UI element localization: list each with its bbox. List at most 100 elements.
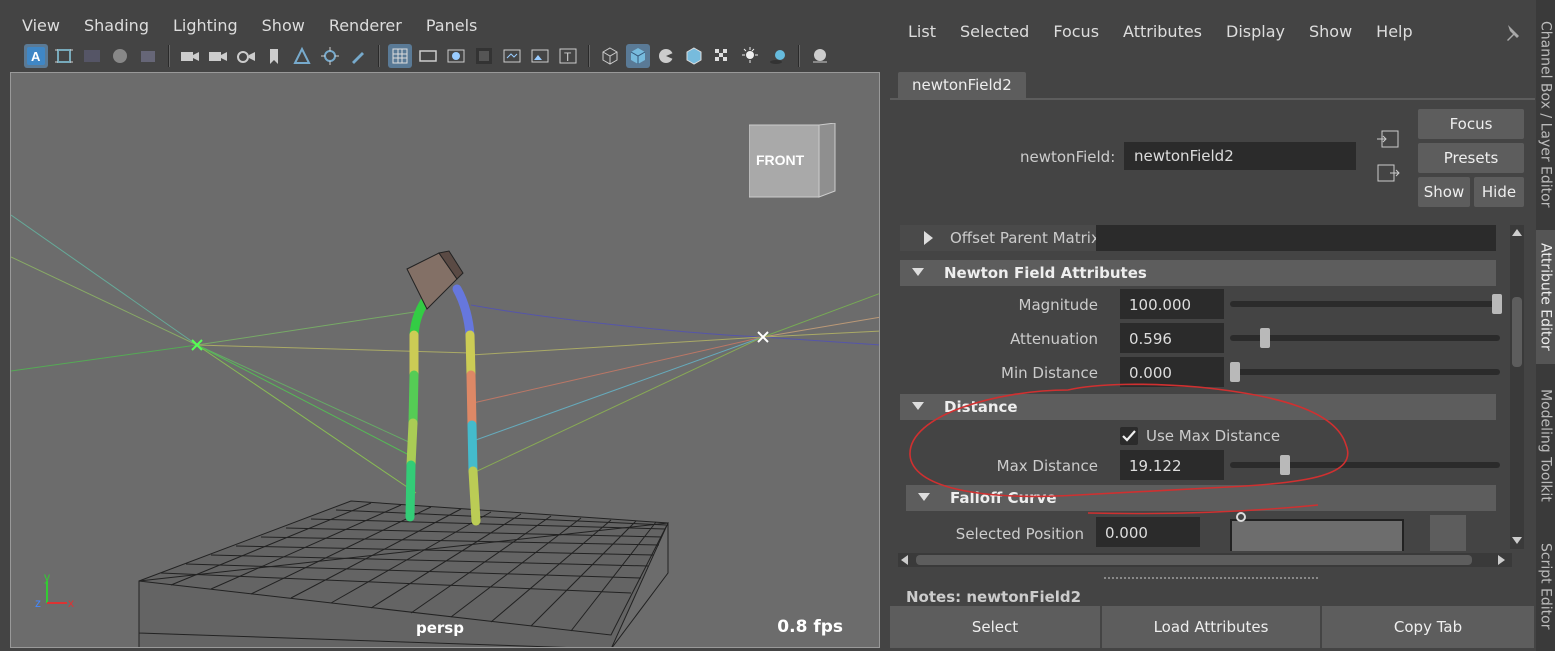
frame-icon[interactable] [52,44,76,68]
resolution-gate-icon[interactable] [444,44,468,68]
menu-renderer[interactable]: Renderer [317,12,414,40]
grease-pencil-icon[interactable] [346,44,370,68]
select-camera-icon[interactable]: A [24,44,48,68]
bookmark-icon[interactable] [262,44,286,68]
scroll-down-icon[interactable] [1512,537,1522,544]
grid-overlay-icon[interactable] [80,44,104,68]
offset-parent-matrix-row[interactable]: Offset Parent Matrix [900,225,1496,251]
load-attributes-button[interactable]: Load Attributes [1102,606,1320,648]
viewport-3d[interactable]: FRONT y z x persp 0.8 fps [10,72,880,648]
menu-show[interactable]: Show [250,12,317,40]
distance-section-header[interactable]: Distance [900,394,1496,420]
viewport-toolbar: A T [10,42,880,70]
presets-button[interactable]: Presets [1418,143,1524,173]
section-title: Newton Field Attributes [944,264,1147,282]
menu-shading[interactable]: Shading [72,12,161,40]
view-cube[interactable]: FRONT [748,122,837,199]
attenuation-slider[interactable] [1230,335,1500,341]
svg-text:T: T [564,50,572,64]
menu-lighting[interactable]: Lighting [161,12,250,40]
magnitude-field[interactable]: 100.000 [1120,289,1224,319]
texture-icon[interactable] [136,44,160,68]
tab-script-editor[interactable]: Script Editor [1536,524,1555,649]
film-gate-icon[interactable] [416,44,440,68]
scroll-up-icon[interactable] [1512,229,1522,236]
min-distance-field[interactable]: 0.000 [1120,357,1224,387]
selected-position-label: Selected Position [955,525,1084,543]
copy-tab-button[interactable]: Copy Tab [1322,606,1534,648]
attribute-scroll-area[interactable]: Offset Parent Matrix Newton Field Attrib… [898,225,1520,551]
scroll-left-icon[interactable] [901,555,908,565]
tab-newtonfield2[interactable]: newtonField2 [898,72,1026,98]
menu-view[interactable]: View [10,12,72,40]
selected-position-field[interactable]: 0.000 [1096,517,1200,547]
attenuation-slider-handle[interactable] [1260,328,1270,348]
tab-modeling-toolkit[interactable]: Modeling Toolkit [1536,370,1555,520]
safe-title-icon[interactable]: T [556,44,580,68]
node-name-field[interactable]: newtonField2 [1124,142,1356,170]
ambient-occlusion-icon[interactable] [808,44,832,68]
toolbar-separator [798,45,800,67]
smooth-shade-icon[interactable] [626,44,650,68]
magnitude-slider-handle[interactable] [1492,294,1502,314]
max-distance-field[interactable]: 19.122 [1120,450,1224,480]
gate-mask-icon[interactable] [472,44,496,68]
scroll-right-icon[interactable] [1498,555,1505,565]
max-distance-slider-handle[interactable] [1280,455,1290,475]
falloff-curve-section-header[interactable]: Falloff Curve [906,485,1496,511]
tab-attribute-editor[interactable]: Attribute Editor [1536,230,1555,364]
min-distance-slider[interactable] [1230,369,1500,375]
ae-menu-list[interactable]: List [896,18,948,45]
grid-icon[interactable] [388,44,412,68]
horizontal-scroll-thumb[interactable] [916,555,1472,565]
ae-menu-show[interactable]: Show [1297,18,1364,45]
curve-point-handle[interactable] [1236,512,1246,522]
default-material-icon[interactable] [654,44,678,68]
image-plane-icon[interactable] [290,44,314,68]
wireframe-icon[interactable] [598,44,622,68]
magnitude-slider[interactable] [1230,301,1500,307]
ae-menu-attributes[interactable]: Attributes [1111,18,1214,45]
lighting-icon[interactable] [738,44,762,68]
attenuation-field[interactable]: 0.596 [1120,323,1224,353]
max-distance-slider[interactable] [1230,462,1500,468]
safe-action-icon[interactable] [528,44,552,68]
pin-icon[interactable] [1500,22,1522,44]
sphere-shading-icon[interactable] [108,44,132,68]
pan-zoom-icon[interactable] [318,44,342,68]
newton-field-section-header[interactable]: Newton Field Attributes [900,260,1496,286]
use-max-distance-checkbox[interactable] [1120,427,1138,445]
expand-arrow-icon[interactable] [922,231,934,245]
collapse-arrow-icon [918,493,930,501]
vertical-scrollbar[interactable] [1510,225,1524,549]
show-button[interactable]: Show [1418,177,1470,207]
falloff-curve-graph[interactable] [1230,519,1404,551]
tab-channel-box[interactable]: Channel Box / Layer Editor [1536,2,1555,226]
wireframe-on-shaded-icon[interactable] [682,44,706,68]
hide-button[interactable]: Hide [1474,177,1524,207]
ae-menu-focus[interactable]: Focus [1041,18,1111,45]
min-distance-slider-handle[interactable] [1230,362,1240,382]
hair-strand-right [452,284,481,526]
view-cube-label: FRONT [756,152,805,168]
shadows-icon[interactable] [766,44,790,68]
field-chart-icon[interactable] [500,44,524,68]
ae-menu-display[interactable]: Display [1214,18,1297,45]
ae-menu-selected[interactable]: Selected [948,18,1041,45]
camera-icon[interactable] [178,44,202,68]
vertical-scroll-thumb[interactable] [1512,297,1522,367]
select-button[interactable]: Select [890,606,1100,648]
textured-icon[interactable] [710,44,734,68]
fps-readout: 0.8 fps [777,617,843,637]
horizontal-scrollbar[interactable] [898,553,1512,567]
input-connections-icon[interactable] [1376,128,1400,150]
splitter-handle[interactable] [1104,577,1318,579]
ae-menu-help[interactable]: Help [1364,18,1424,45]
focus-button[interactable]: Focus [1418,109,1524,139]
lock-camera-icon[interactable] [206,44,230,68]
camera-attributes-icon[interactable] [234,44,258,68]
curve-expand-button[interactable] [1430,515,1466,551]
menu-panels[interactable]: Panels [414,12,490,40]
output-connections-icon[interactable] [1376,162,1400,184]
viewport-panel: View Shading Lighting Show Renderer Pane… [0,0,886,651]
